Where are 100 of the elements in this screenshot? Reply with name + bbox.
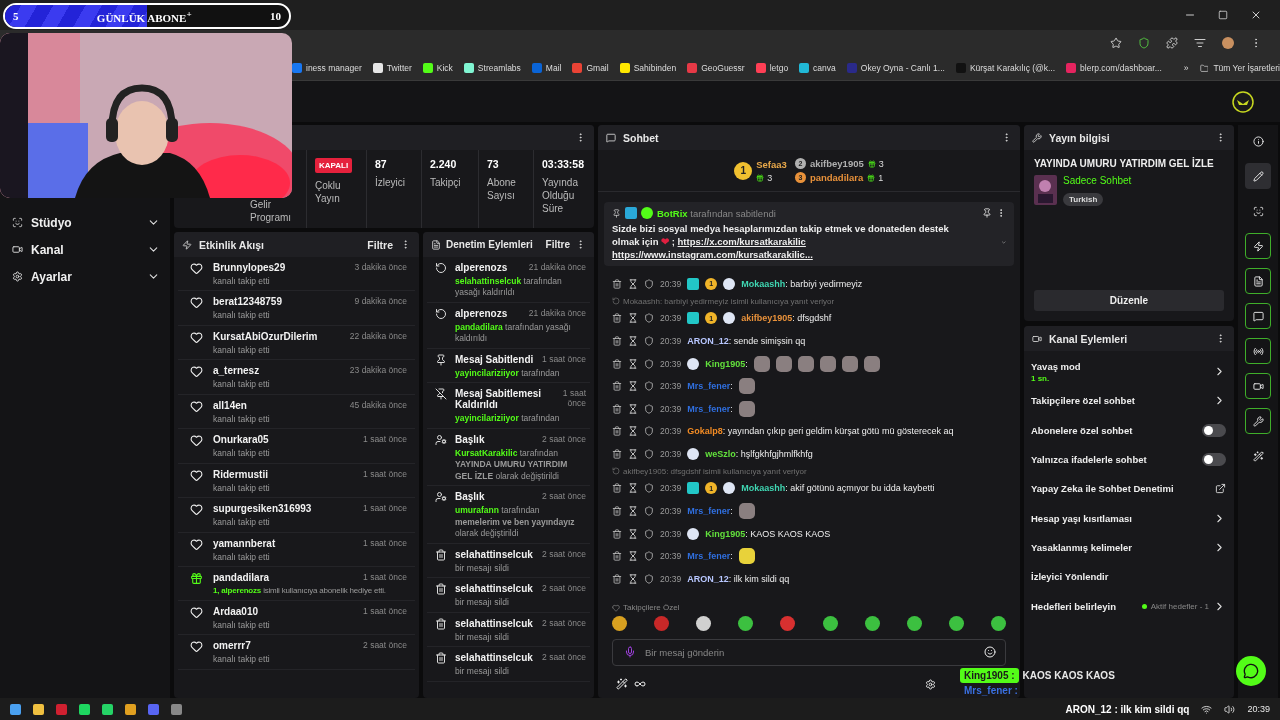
action-label[interactable]: Abonelere özel sohbet	[1031, 424, 1133, 436]
app-icon[interactable]	[171, 703, 182, 715]
bookmark[interactable]: Streamlabs	[477, 63, 521, 73]
shield-icon[interactable]	[644, 381, 654, 392]
bookmark[interactable]: Mail	[545, 63, 562, 73]
sidebar-item[interactable]: Ayarlar	[31, 269, 139, 284]
toggle-switch[interactable]	[1202, 423, 1226, 437]
shield-icon[interactable]	[644, 335, 654, 346]
filter-button[interactable]: Filtre	[545, 239, 570, 250]
emote-button[interactable]	[696, 616, 712, 631]
external-link-icon[interactable]	[1215, 483, 1226, 495]
toggle-switch[interactable]	[1202, 453, 1226, 467]
bookmark[interactable]: Gmail	[586, 63, 609, 73]
hourglass-icon[interactable]	[628, 448, 638, 459]
action-label[interactable]: Yapay Zeka ile Sohbet Denetimi	[1031, 483, 1174, 495]
hourglass-icon[interactable]	[628, 506, 638, 517]
hourglass-icon[interactable]	[628, 335, 638, 346]
start-icon[interactable]	[10, 703, 21, 715]
action-label[interactable]: Hedefleri belirleyin	[1031, 600, 1116, 612]
shield-icon[interactable]	[644, 403, 654, 414]
shield-icon[interactable]	[644, 506, 654, 517]
shield-icon[interactable]	[1138, 37, 1150, 49]
settings-icon[interactable]	[925, 678, 936, 690]
emote-button[interactable]	[991, 616, 1006, 631]
emote-button[interactable]	[906, 616, 922, 631]
browser-icon[interactable]	[125, 703, 136, 715]
filter-button[interactable]: Filtre	[367, 238, 393, 251]
sidebar-item[interactable]: Kanal	[31, 242, 139, 257]
bookmark[interactable]: Sahibinden	[633, 63, 677, 73]
pin-icon[interactable]	[982, 208, 992, 218]
bookmark[interactable]: iness manager	[306, 63, 362, 73]
avatar[interactable]	[1222, 37, 1234, 49]
hourglass-icon[interactable]	[628, 551, 638, 562]
shield-icon[interactable]	[644, 426, 654, 437]
emote-button[interactable]	[948, 616, 964, 631]
hourglass-icon[interactable]	[628, 313, 638, 324]
trash-icon[interactable]	[612, 448, 622, 459]
bookmark[interactable]: letgo	[769, 63, 789, 73]
rail-button[interactable]	[1245, 408, 1271, 434]
hourglass-icon[interactable]	[628, 278, 638, 289]
link[interactable]: https://www.instagram.com/kursatkarakilic...	[612, 248, 813, 260]
hourglass-icon[interactable]	[628, 358, 638, 369]
trash-icon[interactable]	[612, 506, 622, 517]
trash-icon[interactable]	[612, 358, 622, 369]
restore-icon[interactable]	[1218, 10, 1228, 20]
bookmark[interactable]: Okey Oyna - Canlı 1...	[860, 63, 945, 73]
action-label[interactable]: Yasaklanmış kelimeler	[1031, 541, 1132, 553]
emote-button[interactable]	[822, 616, 838, 631]
puzzle-icon[interactable]	[1166, 37, 1178, 49]
bookmark[interactable]: blerp.com/dashboar...	[1080, 63, 1162, 73]
bookmark[interactable]: canva	[813, 63, 836, 73]
bookmark[interactable]: Kick	[436, 63, 453, 73]
category-link[interactable]: Sadece Sohbet	[1063, 175, 1132, 186]
emote-button[interactable]	[864, 616, 880, 631]
hourglass-icon[interactable]	[628, 528, 638, 539]
trash-icon[interactable]	[612, 573, 622, 584]
bookmark[interactable]: Twitter	[386, 63, 412, 73]
hourglass-icon[interactable]	[628, 403, 638, 414]
shield-icon[interactable]	[644, 528, 654, 539]
action-label[interactable]: Takipçilere özel sohbet	[1031, 395, 1135, 407]
action-label[interactable]: Hesap yaşı kısıtlaması	[1031, 512, 1132, 524]
app-icon[interactable]	[79, 703, 90, 715]
trash-icon[interactable]	[612, 426, 622, 437]
trash-icon[interactable]	[612, 551, 622, 562]
trash-icon[interactable]	[612, 483, 622, 494]
close-icon[interactable]	[1250, 9, 1262, 21]
microphone-icon[interactable]	[624, 646, 636, 658]
shield-icon[interactable]	[644, 313, 654, 324]
rail-button[interactable]	[1245, 373, 1271, 399]
app-icon[interactable]	[102, 703, 113, 715]
action-label[interactable]: İzleyici Yönlendir	[1031, 571, 1109, 583]
more-bookmarks[interactable]: »	[1183, 63, 1189, 73]
trash-icon[interactable]	[612, 313, 622, 324]
bookmark[interactable]: GeoGuessr	[701, 63, 745, 73]
shield-icon[interactable]	[644, 448, 654, 459]
shield-icon[interactable]	[644, 483, 654, 494]
rail-button[interactable]	[1245, 268, 1271, 294]
bookmark[interactable]: Kürşat Karakılıç (@k...	[969, 63, 1056, 73]
hourglass-icon[interactable]	[628, 426, 638, 437]
trash-icon[interactable]	[612, 528, 622, 539]
edit-button[interactable]: Düzenle	[1034, 290, 1224, 311]
infinity-icon[interactable]	[634, 678, 646, 690]
all-bookmarks[interactable]: Tüm Yer İşaretleri	[1213, 63, 1280, 73]
message-input[interactable]: Bir mesaj gönderin	[612, 639, 1006, 666]
hourglass-icon[interactable]	[628, 573, 638, 584]
shield-icon[interactable]	[644, 551, 654, 562]
shield-icon[interactable]	[644, 358, 654, 369]
emote-button[interactable]	[612, 616, 627, 631]
hourglass-icon[interactable]	[628, 381, 638, 392]
action-label[interactable]: Yavaş mod	[1031, 360, 1081, 372]
hourglass-icon[interactable]	[628, 483, 638, 494]
rail-button[interactable]	[1245, 163, 1271, 189]
trash-icon[interactable]	[612, 381, 622, 392]
action-label[interactable]: Yalnızca ifadelerle sohbet	[1031, 454, 1147, 466]
app-icon[interactable]	[148, 703, 159, 715]
rail-button[interactable]	[1245, 338, 1271, 364]
rail-button[interactable]	[1245, 233, 1271, 259]
trash-icon[interactable]	[612, 278, 622, 289]
emote-button[interactable]	[738, 616, 754, 631]
sidebar-item[interactable]: Stüdyo	[31, 215, 139, 230]
